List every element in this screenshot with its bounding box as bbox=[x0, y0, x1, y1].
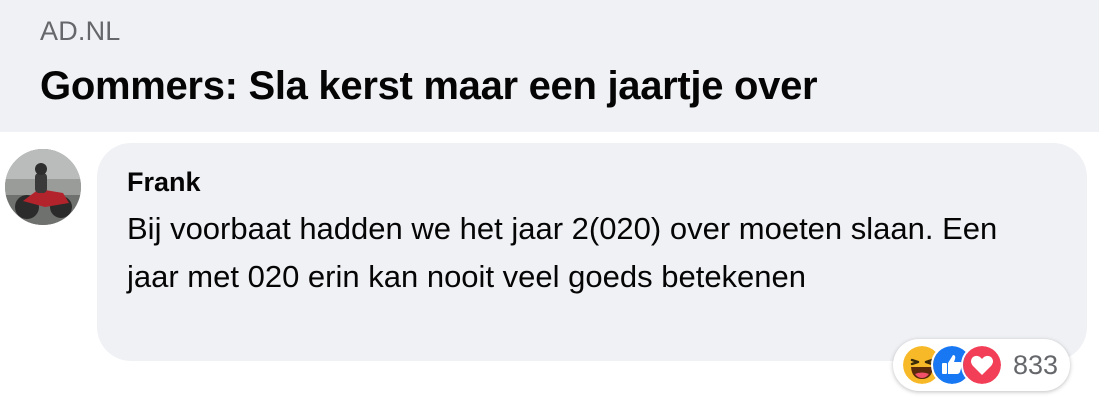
reaction-count: 833 bbox=[1013, 349, 1059, 380]
link-preview-title[interactable]: Gommers: Sla kerst maar een jaartje over bbox=[40, 64, 818, 109]
avatar[interactable] bbox=[5, 149, 81, 225]
comment-author-name[interactable]: Frank bbox=[127, 167, 201, 198]
comment-bubble: Frank Bij voorbaat hadden we het jaar 2(… bbox=[97, 143, 1087, 361]
love-icon bbox=[961, 344, 1003, 386]
link-preview[interactable]: AD.NL Gommers: Sla kerst maar een jaartj… bbox=[0, 0, 1099, 132]
reaction-summary[interactable]: 833 bbox=[893, 339, 1071, 391]
facebook-comment-screenshot: AD.NL Gommers: Sla kerst maar een jaartj… bbox=[0, 0, 1099, 406]
avatar-image bbox=[5, 149, 81, 225]
link-preview-domain: AD.NL bbox=[40, 16, 121, 46]
comment-text: Bij voorbaat hadden we het jaar 2(020) o… bbox=[127, 211, 998, 294]
